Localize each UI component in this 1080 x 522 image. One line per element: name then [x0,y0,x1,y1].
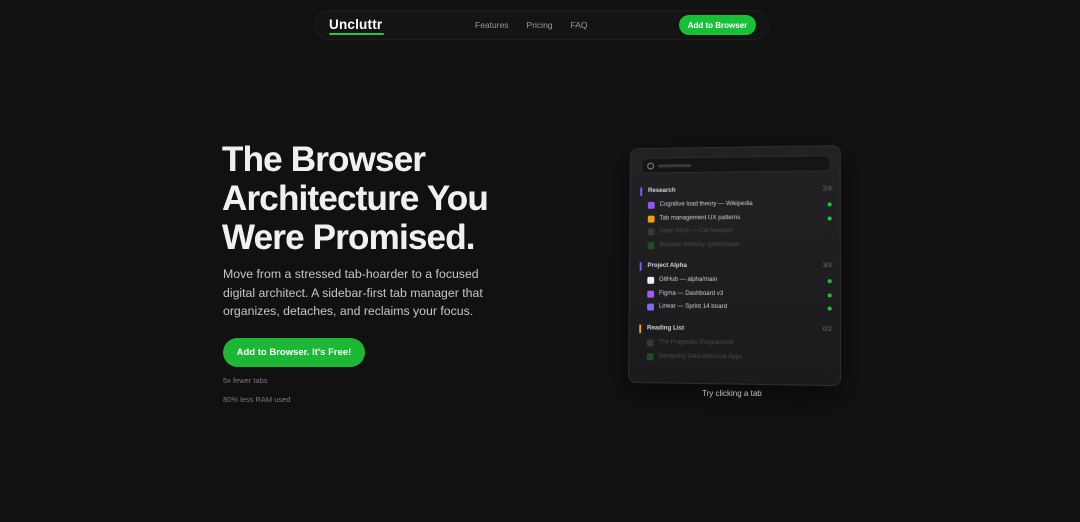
hero-add-to-browser-button[interactable]: Add to Browser. It's Free! [223,338,365,367]
favicon-icon [647,241,655,249]
navbar: Uncluttr Features Pricing FAQ Add to Bro… [314,10,769,40]
active-dot-icon [827,279,832,284]
group-count: 2/4 [822,185,832,193]
tab-item[interactable]: Deep Work — Cal Newport [640,226,832,240]
tab-groups: Research 2/4 Cognitive load theory — Wikip… [631,146,840,360]
tab-title: Browser memory optimization [659,240,740,248]
hero-title-line-1: The Browser [222,140,426,179]
group-accent-bar [640,187,643,197]
group-name: Project Alpha [647,262,687,269]
group-name: Research [647,186,676,195]
nav-add-to-browser-button[interactable]: Add to Browser [679,15,756,35]
group-name: Reading List [646,324,685,332]
stat-fewer-tabs: 5x fewer tabs [223,376,268,385]
favicon-icon [647,215,655,223]
tab-item[interactable]: Linear — Sprint 14 board [639,302,832,317]
nav-link-pricing[interactable]: Pricing [527,20,553,30]
tab-item[interactable]: GitHub — alpha/main [640,275,832,289]
group-count: 0/2 [822,325,832,334]
mockup-caption: Try clicking a tab [702,389,762,398]
active-dot-icon [827,292,832,297]
hero-title: The Browser Architecture You Were Promis… [222,140,552,257]
logo-text: Uncluttr [329,17,383,32]
hero-title-line-3: Were Promised. [222,218,476,257]
tab-item[interactable]: Figma — Dashboard v3 [639,288,832,302]
favicon-icon [647,303,655,311]
stat-less-ram: 80% less RAM used [223,395,291,404]
nav-link-features[interactable]: Features [475,20,509,30]
tab-item[interactable]: Designing Data-Intensive Apps [639,351,832,367]
hero-description: Move from a stressed tab-hoarder to a fo… [223,267,483,318]
tab-item[interactable]: Tab management UX patterns [640,212,832,227]
search-icon [647,162,655,170]
hero-title-line-2: Architecture You [222,179,489,218]
nav-link-faq[interactable]: FAQ [571,20,588,30]
tab-title: Designing Data-Intensive Apps [658,351,743,360]
tab-manager-mockup: Research 2/4 Cognitive load theory — Wikip… [628,145,842,387]
tab-title: Linear — Sprint 14 board [658,302,728,311]
nav-links: Features Pricing FAQ [475,20,588,30]
tab-group: Reading List 0/2 The Pragmatic Programmer D… [639,323,832,366]
tab-item[interactable]: Browser memory optimization [640,239,832,253]
tab-title: Cognitive load theory — Wikipedia [659,200,753,208]
group-accent-bar [639,262,642,271]
tab-title: Figma — Dashboard v3 [658,289,724,297]
active-dot-icon [827,306,832,311]
tab-group-header[interactable]: Project Alpha 3/3 [639,261,832,275]
group-count: 3/3 [822,261,832,270]
tab-group: Research 2/4 Cognitive load theory — Wikip… [640,184,832,253]
favicon-icon [647,228,655,236]
tab-group: Project Alpha 3/3 GitHub — alpha/main Figma… [639,261,832,317]
tab-title: The Pragmatic Programmer [658,338,735,347]
favicon-icon [647,290,655,298]
search-placeholder-bar [657,164,692,168]
favicon-icon [646,339,654,347]
favicon-icon [647,276,655,284]
mockup-search-bar[interactable] [641,155,831,174]
active-dot-icon [827,202,832,207]
tab-title: GitHub — alpha/main [659,275,718,283]
favicon-icon [646,352,654,360]
active-dot-icon [827,216,832,221]
logo[interactable]: Uncluttr [329,17,385,35]
tab-item[interactable]: Cognitive load theory — Wikipedia [640,198,832,213]
favicon-icon [647,201,655,209]
group-accent-bar [639,324,642,334]
tab-title: Tab management UX patterns [659,213,741,222]
tab-title: Deep Work — Cal Newport [659,227,733,235]
logo-underline [329,33,385,35]
